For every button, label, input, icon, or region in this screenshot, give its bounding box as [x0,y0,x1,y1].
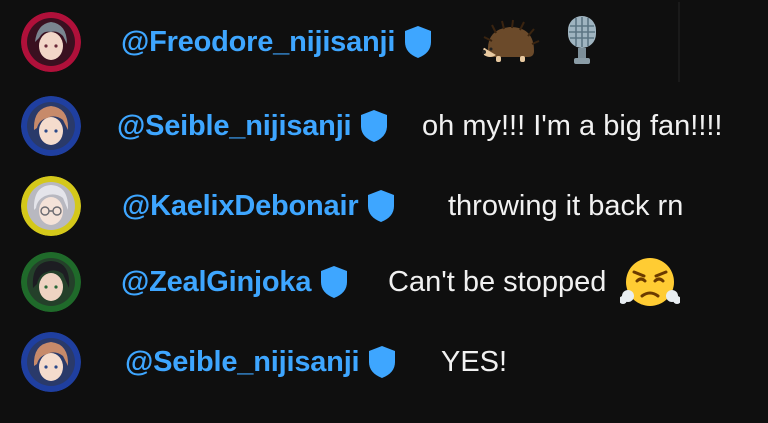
author-name[interactable]: @KaelixDebonair [122,190,359,223]
live-chat: @Freodore_nijisanji @Seible_nijisanji oh… [0,0,768,423]
message-text [478,14,602,70]
verified-shield-icon [319,265,349,299]
message-body: oh my!!! I'm a big fan!!!! [422,109,723,142]
microphone-icon [562,14,602,70]
author-name-row: @KaelixDebonair [122,186,396,226]
avatar[interactable] [21,252,81,312]
chat-message: @ZealGinjoka Can't be stopped [0,242,768,322]
verified-shield-icon [359,109,389,143]
message-text: Can't be stopped [388,254,681,310]
face-with-steam-icon [620,254,681,310]
author-name[interactable]: @Seible_nijisanji [117,110,352,143]
message-body: YES! [441,345,508,378]
avatar[interactable] [21,96,81,156]
author-name-row: @ZealGinjoka [121,262,349,302]
author-name-row: @Seible_nijisanji [125,342,397,382]
author-name[interactable]: @Freodore_nijisanji [121,26,395,59]
message-text: throwing it back rn [448,186,683,226]
avatar[interactable] [21,12,81,72]
avatar[interactable] [21,332,81,392]
hedgehog-icon [478,19,540,65]
chat-message: @Seible_nijisanji YES! [0,326,768,406]
message-body: throwing it back rn [448,189,684,222]
author-name-row: @Freodore_nijisanji [121,22,433,62]
verified-shield-icon [367,345,397,379]
author-name-row: @Seible_nijisanji [117,106,389,146]
chat-message: @KaelixDebonair throwing it back rn [0,166,768,246]
chat-message: @Freodore_nijisanji [0,2,768,82]
divider [678,2,680,82]
author-name[interactable]: @Seible_nijisanji [125,346,360,379]
message-body: Can't be stopped [388,265,607,298]
author-name[interactable]: @ZealGinjoka [121,266,311,299]
verified-shield-icon [403,25,433,59]
message-text: YES! [441,342,507,382]
avatar[interactable] [21,176,81,236]
verified-shield-icon [366,189,396,223]
message-text: oh my!!! I'm a big fan!!!! [422,106,723,146]
chat-message: @Seible_nijisanji oh my!!! I'm a big fan… [0,86,768,166]
